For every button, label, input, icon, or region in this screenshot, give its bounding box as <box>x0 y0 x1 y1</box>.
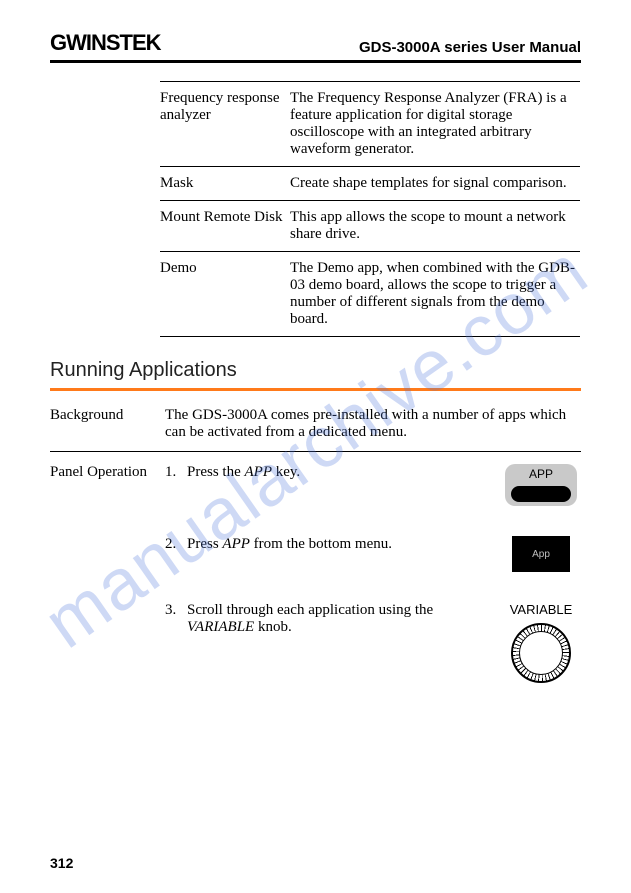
step-number: 2. <box>165 536 187 553</box>
step-description: Press the APP key. <box>187 464 501 481</box>
background-text: The GDS-3000A comes pre-installed with a… <box>165 407 581 441</box>
variable-knob-graphic: VARIABLE <box>501 602 581 688</box>
table-row: Mount Remote Disk This app allows the sc… <box>160 201 580 252</box>
panel-operation-label: Panel Operation <box>50 464 165 718</box>
feature-term: Mask <box>160 167 290 201</box>
feature-desc: The Frequency Response Analyzer (FRA) is… <box>290 82 580 167</box>
feature-desc: Create shape templates for signal compar… <box>290 167 580 201</box>
menu-button-graphic: App <box>501 536 581 572</box>
app-key-graphic: APP <box>501 464 581 506</box>
feature-desc: The Demo app, when combined with the GDB… <box>290 252 580 337</box>
panel-operation-body: 1. Press the APP key. APP 2. Press APP f… <box>165 464 581 718</box>
step-description: Scroll through each application using th… <box>187 602 501 636</box>
background-label: Background <box>50 407 165 441</box>
feature-term: Frequency response analyzer <box>160 82 290 167</box>
brand-logo: GWINSTEK <box>50 30 161 56</box>
step-description: Press APP from the bottom menu. <box>187 536 501 553</box>
table-row: Demo The Demo app, when combined with th… <box>160 252 580 337</box>
step-2: 2. Press APP from the bottom menu. App <box>165 536 581 572</box>
background-row: Background The GDS-3000A comes pre-insta… <box>50 407 581 452</box>
panel-operation-row: Panel Operation 1. Press the APP key. AP… <box>50 464 581 718</box>
step-3: 3. Scroll through each application using… <box>165 602 581 688</box>
step-1: 1. Press the APP key. APP <box>165 464 581 506</box>
table-row: Mask Create shape templates for signal c… <box>160 167 580 201</box>
step-number: 3. <box>165 602 187 636</box>
knob-icon <box>511 623 571 683</box>
step-number: 1. <box>165 464 187 481</box>
variable-label: VARIABLE <box>501 602 581 617</box>
section-rule <box>50 388 581 391</box>
feature-desc: This app allows the scope to mount a net… <box>290 201 580 252</box>
feature-table: Frequency response analyzer The Frequenc… <box>160 81 580 337</box>
table-row: Frequency response analyzer The Frequenc… <box>160 82 580 167</box>
app-key-icon: APP <box>505 464 577 506</box>
app-menu-button-icon: App <box>512 536 570 572</box>
page-header: GWINSTEK GDS-3000A series User Manual <box>50 30 581 63</box>
app-key-label: APP <box>529 467 553 481</box>
feature-term: Mount Remote Disk <box>160 201 290 252</box>
page-number: 312 <box>50 855 73 871</box>
document-title: GDS-3000A series User Manual <box>359 39 581 56</box>
section-heading: Running Applications <box>50 359 581 382</box>
feature-term: Demo <box>160 252 290 337</box>
